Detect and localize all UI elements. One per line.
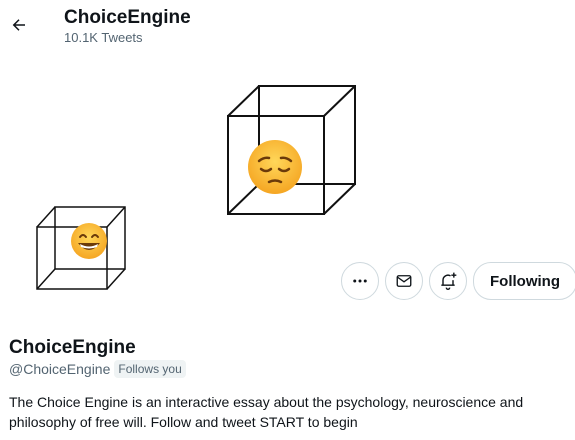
back-button[interactable] bbox=[4, 8, 34, 42]
more-button[interactable] bbox=[341, 262, 379, 300]
follows-you-badge: Follows you bbox=[114, 360, 186, 378]
notify-button[interactable] bbox=[429, 262, 467, 300]
tweet-count: 10.1K Tweets bbox=[64, 30, 143, 45]
arrow-left-icon bbox=[12, 19, 25, 31]
message-button[interactable] bbox=[385, 262, 423, 300]
bell-plus-icon bbox=[441, 272, 457, 290]
pensive-face-emoji bbox=[248, 140, 302, 194]
profile-header: ChoiceEngine 10.1K Tweets bbox=[0, 0, 575, 52]
handle-row: @ChoiceEngine Follows you bbox=[9, 360, 186, 378]
more-horizontal-icon bbox=[353, 279, 367, 283]
envelope-icon bbox=[396, 275, 412, 287]
profile-name: ChoiceEngine bbox=[9, 337, 136, 358]
grinning-face-emoji bbox=[71, 223, 107, 259]
following-button[interactable]: Following bbox=[473, 262, 575, 300]
profile-bio: The Choice Engine is an interactive essa… bbox=[9, 394, 524, 430]
profile-handle: @ChoiceEngine bbox=[9, 361, 111, 377]
header-title: ChoiceEngine bbox=[64, 7, 191, 28]
